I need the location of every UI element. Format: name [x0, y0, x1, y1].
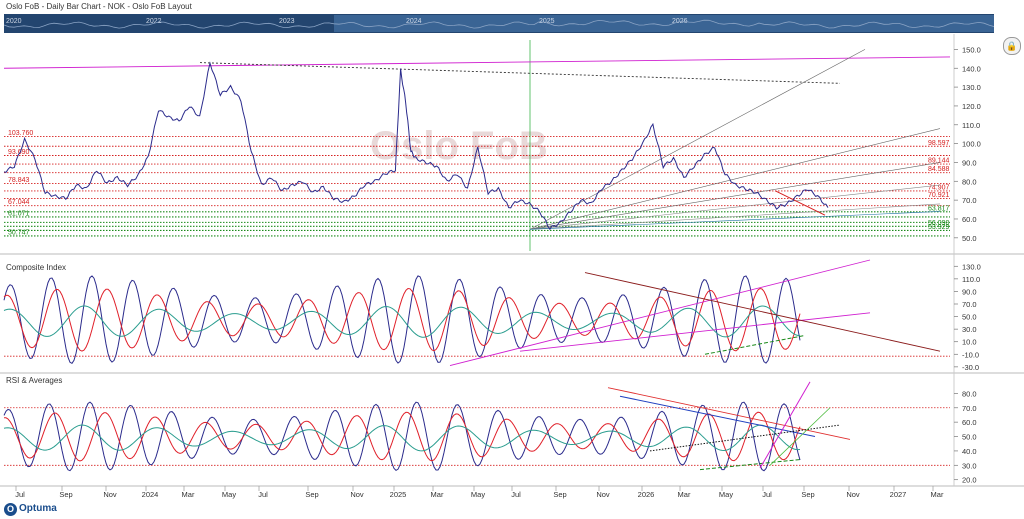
rsi-line	[3, 401, 801, 472]
resistance-level-label: 89.144	[928, 158, 950, 165]
support-level-label: 53.929	[928, 224, 950, 231]
rsi-axis-tick-label: 40.0	[962, 447, 977, 456]
rsi-axis-tick-label: 30.0	[962, 461, 977, 470]
time-axis-label: Sep	[553, 490, 566, 499]
time-axis-label: Nov	[350, 490, 364, 499]
time-axis-label: 2027	[890, 490, 907, 499]
rsi-support-line	[699, 459, 801, 471]
price-axis-tick-label: 130.0	[962, 83, 981, 92]
composite-axis-tick-label: 50.0	[962, 313, 977, 322]
composite-fast-average	[3, 287, 801, 352]
price-axis-tick-label: 90.0	[962, 158, 977, 167]
composite-axis-tick-label: 70.0	[962, 300, 977, 309]
time-axis-label: Mar	[182, 490, 195, 499]
overview-year-label: 2023	[279, 18, 295, 25]
time-axis-label: 2026	[638, 490, 655, 499]
time-axis-label: Sep	[305, 490, 318, 499]
resistance-level-label: 98.597	[928, 140, 950, 147]
resistance-level-label: 103.760	[8, 130, 33, 137]
time-axis-label: Mar	[431, 490, 444, 499]
composite-axis-tick-label: 90.0	[962, 287, 977, 296]
composite-axis-tick-label: 10.0	[962, 338, 977, 347]
rsi-axis-tick-label: 70.0	[962, 404, 977, 413]
rsi-trendline	[619, 395, 816, 438]
price-axis-tick-label: 100.0	[962, 140, 981, 149]
overview-navigator[interactable]: 2020 2022 2023 2024 2025 2026	[4, 14, 994, 33]
trendline-resistance	[199, 62, 841, 84]
overview-year-label: 2022	[146, 18, 162, 25]
time-axis-label: Jul	[258, 490, 268, 499]
price-axis-tick-label: 80.0	[962, 177, 977, 186]
time-axis-label: Nov	[846, 490, 860, 499]
time-axis-label: May	[471, 490, 485, 499]
time-axis-label: 2025	[390, 490, 407, 499]
rsi-axis-tick-label: 60.0	[962, 418, 977, 427]
composite-axis-tick-label: -30.0	[962, 363, 979, 372]
price-axis-tick-label: 120.0	[962, 102, 981, 111]
fan-line	[529, 49, 866, 230]
rsi-title: RSI & Averages	[6, 376, 62, 385]
price-axis-tick-label: 60.0	[962, 215, 977, 224]
composite-trendline	[449, 259, 871, 367]
composite-line	[3, 275, 801, 364]
optuma-logo-icon: O	[4, 503, 17, 516]
composite-axis-tick-label: 30.0	[962, 325, 977, 334]
rsi-trendline	[607, 387, 851, 440]
resistance-level-label: 70.921	[928, 192, 950, 199]
support-level-label: 50.747	[8, 229, 30, 236]
price-axis-tick-label: 140.0	[962, 64, 981, 73]
price-axis-tick-label: 110.0	[962, 121, 980, 130]
time-axis-label: Sep	[59, 490, 72, 499]
overview-year-label: 2020	[6, 18, 22, 25]
rsi-axis-tick-label: 80.0	[962, 389, 977, 398]
time-axis-label: 2024	[142, 490, 159, 499]
composite-axis-tick-label: -10.0	[962, 350, 979, 359]
trendline-top	[3, 56, 951, 69]
composite-axis-tick-label: 130.0	[962, 262, 981, 271]
window-title: Oslo FoB - Daily Bar Chart - NOK - Oslo …	[6, 2, 192, 11]
support-level-label: 61.071	[8, 210, 30, 217]
optuma-logo-text: Optuma	[19, 503, 57, 514]
time-axis-label: Mar	[931, 490, 944, 499]
rsi-axis-tick-label: 50.0	[962, 433, 977, 442]
chart-area[interactable]: Oslo FoB150.0140.0130.0120.0110.0100.090…	[0, 34, 1024, 501]
time-axis-label: May	[222, 490, 236, 499]
time-axis-label: Jul	[15, 490, 25, 499]
fan-line	[529, 162, 941, 230]
price-axis-tick-label: 150.0	[962, 45, 981, 54]
time-axis-label: Sep	[801, 490, 814, 499]
composite-axis-tick-label: 110.0	[962, 275, 980, 284]
time-axis-label: Jul	[511, 490, 521, 499]
time-axis-label: May	[719, 490, 733, 499]
price-axis-tick-label: 50.0	[962, 234, 977, 243]
time-axis-label: Nov	[103, 490, 117, 499]
time-axis-label: Nov	[596, 490, 610, 499]
resistance-level-label: 84.588	[928, 166, 950, 173]
resistance-level-label: 78.843	[8, 177, 30, 184]
resistance-level-label: 67.044	[8, 199, 30, 206]
composite-title: Composite Index	[6, 263, 66, 272]
overview-year-label: 2025	[539, 18, 555, 25]
time-axis-label: Mar	[678, 490, 691, 499]
time-axis-label: Jul	[762, 490, 772, 499]
rsi-axis-tick-label: 20.0	[962, 476, 977, 485]
price-axis-tick-label: 70.0	[962, 196, 977, 205]
